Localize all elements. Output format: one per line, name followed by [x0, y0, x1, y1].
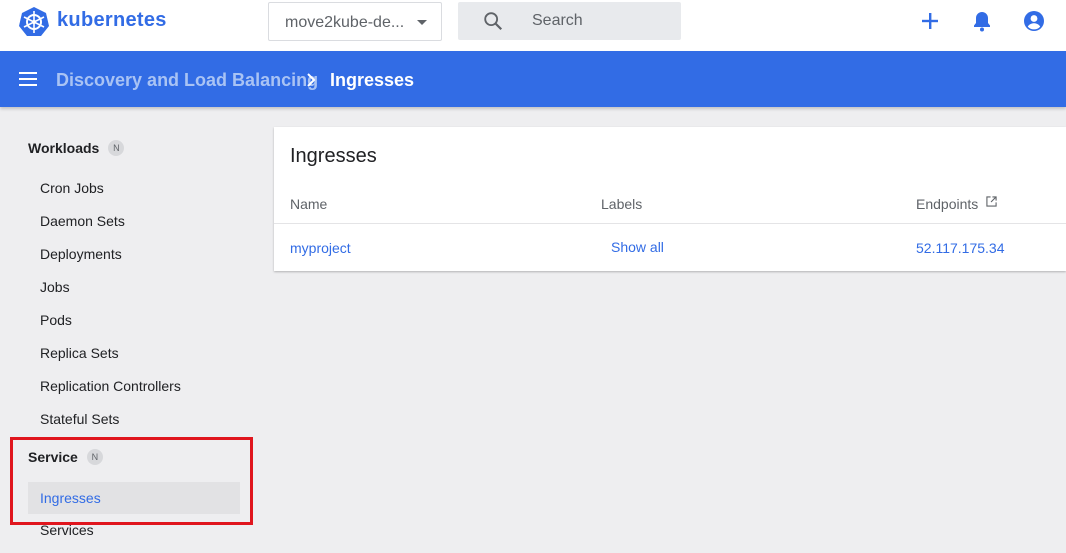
- sidebar-item-ingresses[interactable]: Ingresses: [28, 482, 240, 514]
- open-in-new-icon: [986, 196, 997, 207]
- account-circle-icon[interactable]: [1022, 9, 1046, 33]
- page-header: Discovery and Load Balancing Ingresses: [0, 51, 1066, 107]
- sidebar-section-title: Workloads: [28, 140, 100, 156]
- table-divider: [274, 223, 1066, 224]
- namespace-select[interactable]: move2kube-de...: [268, 2, 442, 41]
- sidebar-item-daemon-sets[interactable]: Daemon Sets: [28, 205, 240, 237]
- kubernetes-logo-icon[interactable]: [18, 6, 50, 38]
- sidebar-item-deployments[interactable]: Deployments: [28, 238, 240, 270]
- sidebar-section-title: Service: [28, 449, 78, 465]
- sidebar-section-workloads[interactable]: Workloads N: [28, 140, 125, 156]
- namespaced-badge: N: [86, 449, 103, 465]
- column-header-endpoints-label: Endpoints: [916, 196, 979, 212]
- namespace-select-value: move2kube-de...: [285, 14, 405, 31]
- ingresses-card: Ingresses Name Labels Endpoints myprojec…: [274, 127, 1066, 271]
- column-header-labels: Labels: [601, 196, 643, 212]
- column-header-endpoints: Endpoints: [916, 196, 997, 212]
- sidebar-item-pods[interactable]: Pods: [28, 304, 240, 336]
- sidebar-item-cron-jobs[interactable]: Cron Jobs: [28, 172, 240, 204]
- sidebar-item-replication-controllers[interactable]: Replication Controllers: [28, 370, 240, 402]
- brand-name[interactable]: kubernetes: [57, 9, 167, 32]
- column-header-name[interactable]: Name: [290, 196, 327, 212]
- sidebar-item-replica-sets[interactable]: Replica Sets: [28, 337, 240, 369]
- card-title: Ingresses: [290, 145, 377, 167]
- chevron-down-icon: [417, 20, 427, 25]
- notifications-bell-icon[interactable]: [970, 9, 994, 33]
- sidebar-item-jobs[interactable]: Jobs: [28, 271, 240, 303]
- sidebar-section-service[interactable]: Service N: [28, 449, 103, 465]
- top-bar: kubernetes move2kube-de... Search: [0, 0, 1066, 51]
- search-placeholder: Search: [532, 12, 583, 29]
- breadcrumb-parent[interactable]: Discovery and Load Balancing: [56, 70, 318, 91]
- menu-icon[interactable]: [18, 69, 38, 89]
- add-icon[interactable]: [918, 9, 942, 33]
- search-icon: [484, 12, 503, 31]
- breadcrumb-current: Ingresses: [330, 70, 415, 90]
- show-all-labels-button[interactable]: Show all: [611, 239, 664, 255]
- search-input[interactable]: Search: [458, 2, 681, 40]
- sidebar-item-stateful-sets[interactable]: Stateful Sets: [28, 403, 240, 435]
- endpoint-link[interactable]: 52.117.175.34: [916, 240, 1005, 256]
- ingress-name-link[interactable]: myproject: [290, 240, 351, 256]
- chevron-right-icon: [307, 73, 316, 87]
- namespaced-badge: N: [108, 140, 125, 156]
- sidebar-item-services[interactable]: Services: [28, 514, 240, 546]
